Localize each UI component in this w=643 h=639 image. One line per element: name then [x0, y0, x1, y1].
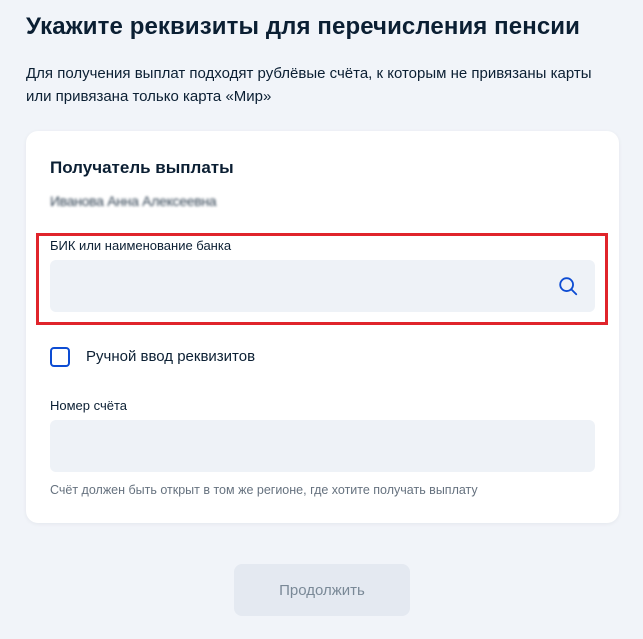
- account-number-label: Номер счёта: [50, 398, 128, 413]
- recipient-name: Иванова Анна Алексеевна: [50, 193, 217, 209]
- continue-button[interactable]: Продолжить: [234, 564, 410, 616]
- manual-entry-checkbox[interactable]: [50, 347, 70, 367]
- manual-entry-toggle[interactable]: Ручной ввод реквизитов: [50, 347, 255, 367]
- bank-search-input[interactable]: [50, 260, 595, 312]
- account-number-field[interactable]: [50, 420, 595, 472]
- page-subtitle: Для получения выплат подходят рублёвые с…: [26, 65, 592, 105]
- search-icon[interactable]: [557, 275, 579, 297]
- manual-entry-label[interactable]: Ручной ввод реквизитов: [86, 347, 255, 367]
- bank-search-field[interactable]: [50, 260, 595, 312]
- payment-details-card: Получатель выплаты Иванова Анна Алексеев…: [26, 131, 619, 523]
- account-number-input[interactable]: [50, 420, 595, 472]
- recipient-section-title: Получатель выплаты: [50, 158, 234, 177]
- bank-field-label: БИК или наименование банка: [50, 238, 232, 253]
- page-title: Укажите реквизиты для перечисления пенси…: [26, 13, 580, 40]
- account-number-hint: Счёт должен быть открыт в том же регионе…: [50, 483, 478, 497]
